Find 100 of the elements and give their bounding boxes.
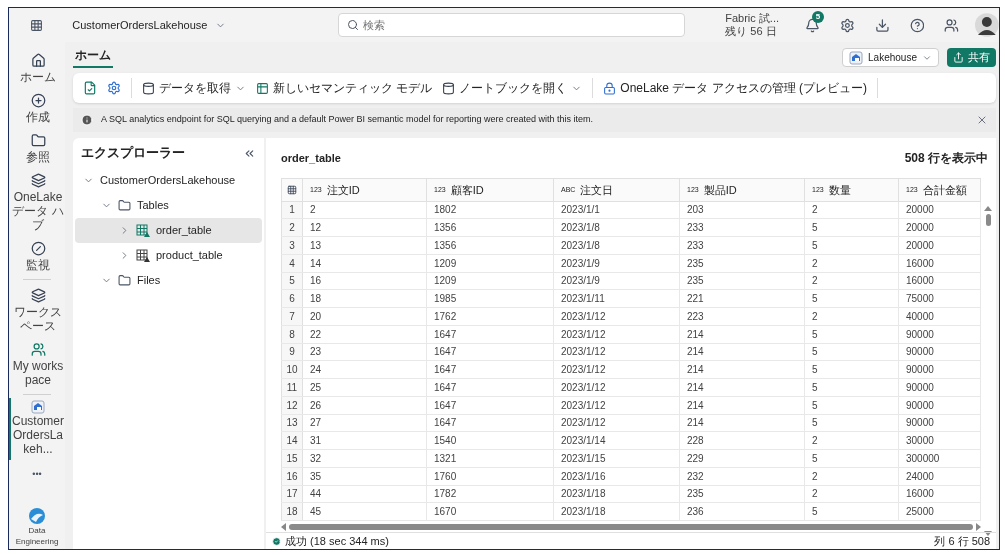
search-icon — [347, 19, 360, 31]
table-cell: 2023/1/11 — [554, 290, 680, 308]
toolbar-button[interactable]: ノートブックを開く — [442, 79, 583, 97]
row-number: 15 — [281, 450, 303, 467]
table-cell: 214 — [680, 343, 805, 361]
explorer-title: エクスプローラー — [81, 144, 185, 163]
table-cell: 203 — [680, 201, 805, 219]
close-icon[interactable] — [976, 114, 988, 126]
vertical-scrollbar[interactable] — [983, 206, 993, 536]
rail-label: My workspace — [11, 359, 65, 387]
column-label: 顧客ID — [450, 182, 484, 198]
toolbar-icon — [256, 81, 269, 95]
table-cell: 232 — [680, 467, 805, 485]
select-all-icon[interactable] — [287, 184, 297, 195]
refresh-document-icon[interactable] — [83, 81, 97, 95]
column-label: 数量 — [828, 182, 851, 198]
table-cell: 1647 — [427, 396, 554, 414]
download-icon[interactable] — [874, 17, 890, 33]
toolbar-button[interactable]: データを取得 — [142, 79, 246, 97]
column-label: 合計金額 — [922, 182, 967, 198]
settings-icon[interactable] — [107, 81, 121, 95]
table-cell: 2023/1/9 — [554, 254, 680, 272]
rail-item[interactable]: OneLake データ ハブ — [9, 168, 65, 236]
horizontal-scrollbar[interactable] — [281, 523, 981, 532]
rail-label: 参照 — [25, 150, 51, 164]
row-number: 18 — [281, 503, 303, 521]
table-cell: 5 — [805, 361, 899, 379]
table-cell: 20000 — [899, 237, 981, 254]
table-cell: 44 — [303, 485, 427, 503]
table-cell: 1782 — [427, 485, 554, 503]
table-cell: 14 — [303, 254, 427, 272]
people-icon[interactable] — [944, 17, 960, 33]
share-button[interactable]: 共有 — [947, 48, 996, 67]
rail-item[interactable]: 監視 — [9, 236, 65, 276]
table-cell: 2023/1/12 — [554, 396, 680, 414]
row-number: 11 — [281, 379, 303, 396]
toolbar-button[interactable]: OneLake データ アクセスの管理 (プレビュー) — [603, 79, 868, 97]
ribbon-tab[interactable]: ホーム — [73, 46, 113, 68]
table-cell: 22 — [303, 325, 427, 343]
toolbar-button[interactable]: 新しいセマンティック モデル — [256, 79, 433, 97]
table-cell: 1647 — [427, 379, 554, 396]
settings-icon[interactable] — [840, 17, 855, 33]
table-cell: 221 — [680, 290, 805, 308]
table-cell: 2023/1/12 — [554, 308, 680, 325]
table-cell: 2023/1/18 — [554, 503, 680, 521]
table-cell: 1647 — [427, 361, 554, 379]
workspace-item-selector[interactable]: CustomerOrdersLakehouse — [72, 16, 227, 34]
search-input[interactable]: 検索 — [363, 16, 664, 34]
table-cell: 31 — [303, 432, 427, 450]
status-message: 成功 (18 sec 344 ms) — [285, 533, 389, 549]
tree-item[interactable]: Files — [75, 268, 262, 293]
table-cell: 32 — [303, 450, 427, 467]
rail-item[interactable]: ワークスペース — [9, 283, 65, 337]
help-icon[interactable] — [909, 17, 925, 33]
rail-label: ホーム — [19, 70, 57, 84]
table-cell: 214 — [680, 325, 805, 343]
table-cell: 1760 — [427, 467, 554, 485]
toolbar-icon — [142, 81, 155, 95]
table-cell: 214 — [680, 414, 805, 432]
table-cell: 5 — [805, 414, 899, 432]
table-icon — [136, 248, 150, 263]
cursor-position: 列 6 行 508 — [934, 533, 990, 549]
table-cell: 229 — [680, 450, 805, 467]
rail-item[interactable]: CustomerOrdersLakeh... — [9, 398, 65, 460]
table-cell: 1802 — [427, 201, 554, 219]
avatar[interactable] — [975, 13, 999, 37]
table-cell: 223 — [680, 308, 805, 325]
tree-item[interactable]: product_table — [75, 243, 262, 268]
table-cell: 90000 — [899, 361, 981, 379]
app-launcher-icon[interactable] — [30, 18, 44, 32]
search-field[interactable]: 検索 — [338, 13, 686, 37]
table-cell: 25 — [303, 379, 427, 396]
table-cell: 214 — [680, 396, 805, 414]
rail-item[interactable]: My workspace — [9, 337, 65, 391]
table-cell: 2023/1/18 — [554, 485, 680, 503]
rail-item[interactable]: 参照 — [9, 128, 65, 168]
row-number: 14 — [281, 432, 303, 450]
rail-item[interactable]: 作成 — [9, 88, 65, 128]
table-cell: 16000 — [899, 485, 981, 503]
tree-item[interactable]: order_table — [75, 218, 262, 243]
tree-label: Files — [137, 273, 161, 289]
notifications-icon[interactable] — [805, 17, 821, 33]
column-label: 製品ID — [703, 182, 737, 198]
row-number: 6 — [281, 290, 303, 308]
data-engineering-icon[interactable] — [28, 507, 46, 525]
table-cell: 5 — [805, 325, 899, 343]
table-cell: 2023/1/1 — [554, 201, 680, 219]
table-cell: 2023/1/12 — [554, 361, 680, 379]
row-number: 2 — [281, 219, 303, 237]
table-cell: 2 — [805, 432, 899, 450]
table-cell: 2023/1/9 — [554, 272, 680, 290]
lakehouse-icon — [31, 400, 45, 414]
table-cell: 20000 — [899, 201, 981, 219]
item-type-selector[interactable]: Lakehouse — [842, 48, 939, 67]
tree-item[interactable]: Tables — [75, 193, 262, 218]
more-button[interactable]: ••• — [32, 468, 42, 482]
table-cell: 5 — [805, 219, 899, 237]
tree-item[interactable]: CustomerOrdersLakehouse — [75, 168, 262, 193]
table-cell: 2023/1/16 — [554, 467, 680, 485]
rail-item[interactable]: ホーム — [9, 48, 65, 88]
